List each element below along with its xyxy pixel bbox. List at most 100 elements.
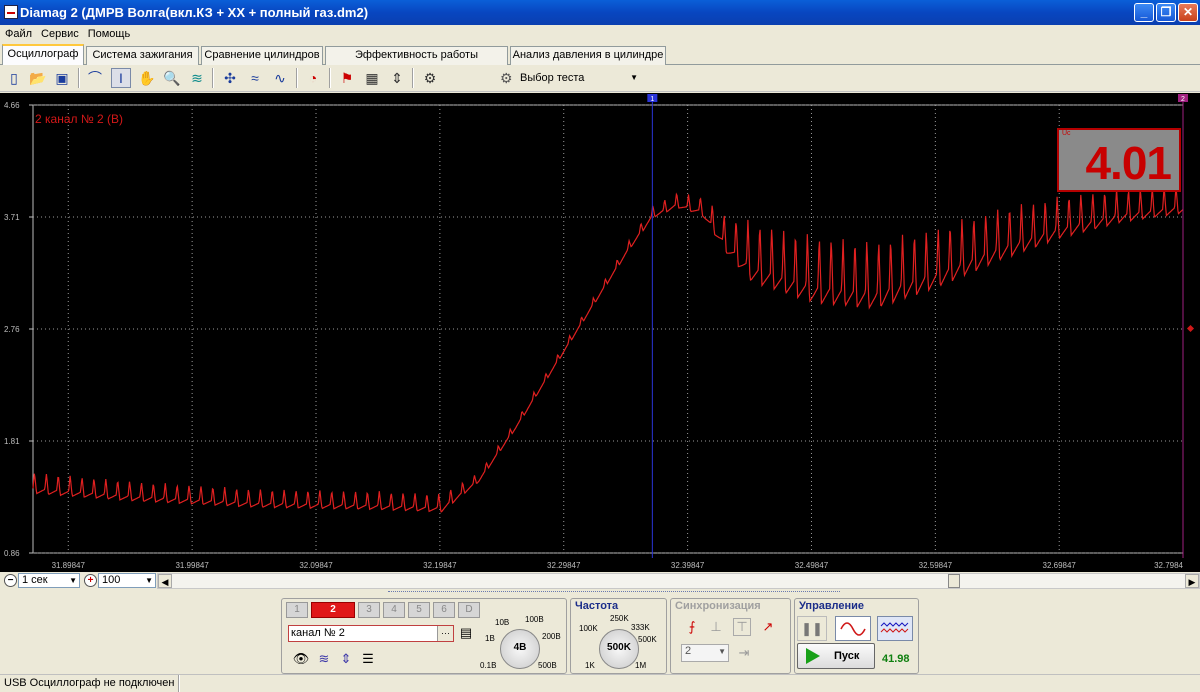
sync-arrows-icon[interactable]: ⇥: [735, 644, 753, 662]
y-tick-label: 0.86: [4, 549, 20, 558]
sync-channel-value: 2: [685, 645, 692, 657]
y-tick-label: 4.66: [4, 101, 20, 110]
title-bar: Diamag 2 (ДМРВ Волга(вкл.КЗ + XX + полны…: [0, 0, 1200, 25]
oscilloscope-plot[interactable]: 4.66 3.71 2.76 1.81 0.86 31.89847 31.99847 32.0…: [0, 93, 1200, 572]
test-select[interactable]: ⚙ Выбор теста ▼: [497, 68, 642, 88]
scroll-left-icon[interactable]: ◀: [158, 574, 172, 588]
menu-service[interactable]: Сервис: [37, 28, 83, 40]
y-tick-label: 3.71: [4, 213, 20, 222]
cursor-label-2: 2: [1181, 96, 1185, 103]
x-tick-label: 32.09847: [299, 561, 333, 570]
tab-oscilloscope[interactable]: Осциллограф: [2, 44, 84, 66]
eye-icon[interactable]: 👁: [292, 650, 310, 668]
menu-help[interactable]: Помощь: [84, 28, 135, 40]
channel-button-4[interactable]: 4: [383, 602, 405, 618]
channel-button-1[interactable]: 1: [286, 602, 308, 618]
test-select-label: Выбор теста: [520, 72, 585, 84]
new-file-icon[interactable]: ▯: [4, 68, 24, 88]
sync-cursor-icon[interactable]: ↗: [759, 618, 777, 636]
toolbar: ▯ 📂 ▣ ⌒ I ✋ 🔍 ≋ ✣ ≈ ∿ ◔ ⚑ ▦ ⇕ ⚙ ⚙ Выбор …: [0, 65, 1200, 92]
split-icon[interactable]: ⇕: [387, 68, 407, 88]
voltage-range-dial[interactable]: 4В: [500, 629, 540, 669]
freq-100k: 100K: [579, 624, 598, 633]
timebase-value: 1 сек: [22, 574, 48, 586]
open-folder-icon[interactable]: 📂: [28, 68, 48, 88]
level-marker: [1186, 324, 1195, 333]
frequency-dial[interactable]: 500K: [599, 629, 639, 669]
restore-button[interactable]: ❐: [1156, 3, 1176, 22]
channel-name-value: канал № 2: [291, 627, 345, 639]
rising-edge-icon[interactable]: ⨍: [683, 618, 701, 636]
multi-wave-icon: [880, 621, 909, 633]
multi-wave-button[interactable]: [877, 616, 913, 641]
marker-icon[interactable]: ⚑: [337, 68, 357, 88]
status-text: USB Осциллограф не подключен: [4, 677, 175, 689]
close-button[interactable]: ✕: [1178, 3, 1198, 22]
app-icon: [4, 5, 18, 19]
channel-section: 1 2 3 4 5 6 D канал № 2 ··· ▤ 👁 ≋ ⇕ ☰ 10…: [281, 598, 567, 674]
zoom-value: 100: [102, 574, 121, 586]
pulse-down-icon[interactable]: ⊤: [733, 618, 751, 636]
x-tick-label: 32.49847: [795, 561, 829, 570]
channel-button-3[interactable]: 3: [358, 602, 380, 618]
menu-file[interactable]: Файл: [1, 28, 36, 40]
tab-cylinder-efficiency[interactable]: Эффективность работы цилиндров: [325, 46, 508, 78]
lines-icon[interactable]: ☰: [359, 650, 377, 668]
menu-bar: Файл Сервис Помощь: [0, 25, 1200, 44]
pulse-up-icon[interactable]: ⊥: [707, 618, 725, 636]
vertical-arrows-icon[interactable]: ⇕: [337, 650, 355, 668]
scroll-thumb[interactable]: [948, 574, 960, 588]
gear-icon: ⚙: [500, 70, 513, 86]
timebase-select[interactable]: 1 сек ▼: [18, 573, 80, 588]
zoom-out-button[interactable]: −: [4, 574, 17, 587]
y-tick-label: 2.76: [4, 325, 20, 334]
channel-button-d[interactable]: D: [458, 602, 480, 618]
channel-name-field[interactable]: канал № 2 ···: [288, 625, 454, 642]
range-0-1v: 0.1В: [480, 661, 497, 670]
scale-in-icon[interactable]: ✣: [220, 68, 240, 88]
sync-channel-select[interactable]: 2 ▼: [681, 644, 729, 662]
single-wave-button[interactable]: [835, 616, 871, 641]
start-button[interactable]: Пуск: [797, 643, 875, 669]
range-10v: 10В: [495, 618, 510, 627]
minimize-button[interactable]: _: [1134, 3, 1154, 22]
zoom-icon[interactable]: 🔍: [162, 68, 182, 88]
filter-icon[interactable]: ≋: [187, 68, 207, 88]
x-tick-label: 32.69847: [1043, 561, 1077, 570]
zoom-select[interactable]: 100 ▼: [98, 573, 156, 588]
cursor-tool-icon[interactable]: I: [111, 68, 131, 88]
auto-icon[interactable]: ◔: [303, 68, 323, 88]
autoscale-icon[interactable]: ⌒: [85, 68, 105, 88]
tab-cylinder-comparison[interactable]: Сравнение цилиндров: [201, 46, 323, 65]
status-bar: USB Осциллограф не подключен: [0, 674, 1200, 692]
readout-unit: Uc: [1062, 130, 1071, 137]
channel-button-2[interactable]: 2: [311, 602, 355, 618]
waves-icon[interactable]: ≈: [245, 68, 265, 88]
y-tick-label: 1.81: [4, 437, 20, 446]
channel-button-6[interactable]: 6: [433, 602, 455, 618]
sync-section: Синхронизация ⨍ ⊥ ⊤ ↗ 2 ▼ ⇥: [670, 598, 791, 674]
overlay-icon[interactable]: ∿: [270, 68, 290, 88]
freq-1m: 1M: [635, 661, 647, 670]
range-1v: 1В: [485, 634, 495, 643]
sine-wave-icon: [840, 621, 866, 636]
cursor-label-1: 1: [650, 96, 654, 103]
pause-button[interactable]: ❚❚: [797, 616, 827, 641]
tab-ignition-system[interactable]: Система зажигания: [86, 46, 199, 65]
settings-icon[interactable]: ⚙: [420, 68, 440, 88]
zoom-in-button[interactable]: +: [84, 574, 97, 587]
channel-button-5[interactable]: 5: [408, 602, 430, 618]
tab-pressure-analysis[interactable]: Анализ давления в цилиндре: [510, 46, 666, 65]
wave-icon[interactable]: ≋: [315, 650, 333, 668]
horizontal-scrollbar[interactable]: ◀ ▶: [157, 573, 1200, 589]
scroll-right-icon[interactable]: ▶: [1185, 574, 1199, 588]
save-channel-icon[interactable]: ▤: [457, 624, 475, 642]
more-icon[interactable]: ···: [437, 626, 453, 641]
save-icon[interactable]: ▣: [52, 68, 72, 88]
play-icon: [806, 648, 820, 664]
hand-pan-icon[interactable]: ✋: [137, 68, 157, 88]
toolbar-separator: [329, 68, 331, 88]
grid-icon[interactable]: ▦: [362, 68, 382, 88]
panel-splitter[interactable]: [0, 589, 1200, 597]
x-tick-label: 32.7984: [1154, 561, 1183, 570]
